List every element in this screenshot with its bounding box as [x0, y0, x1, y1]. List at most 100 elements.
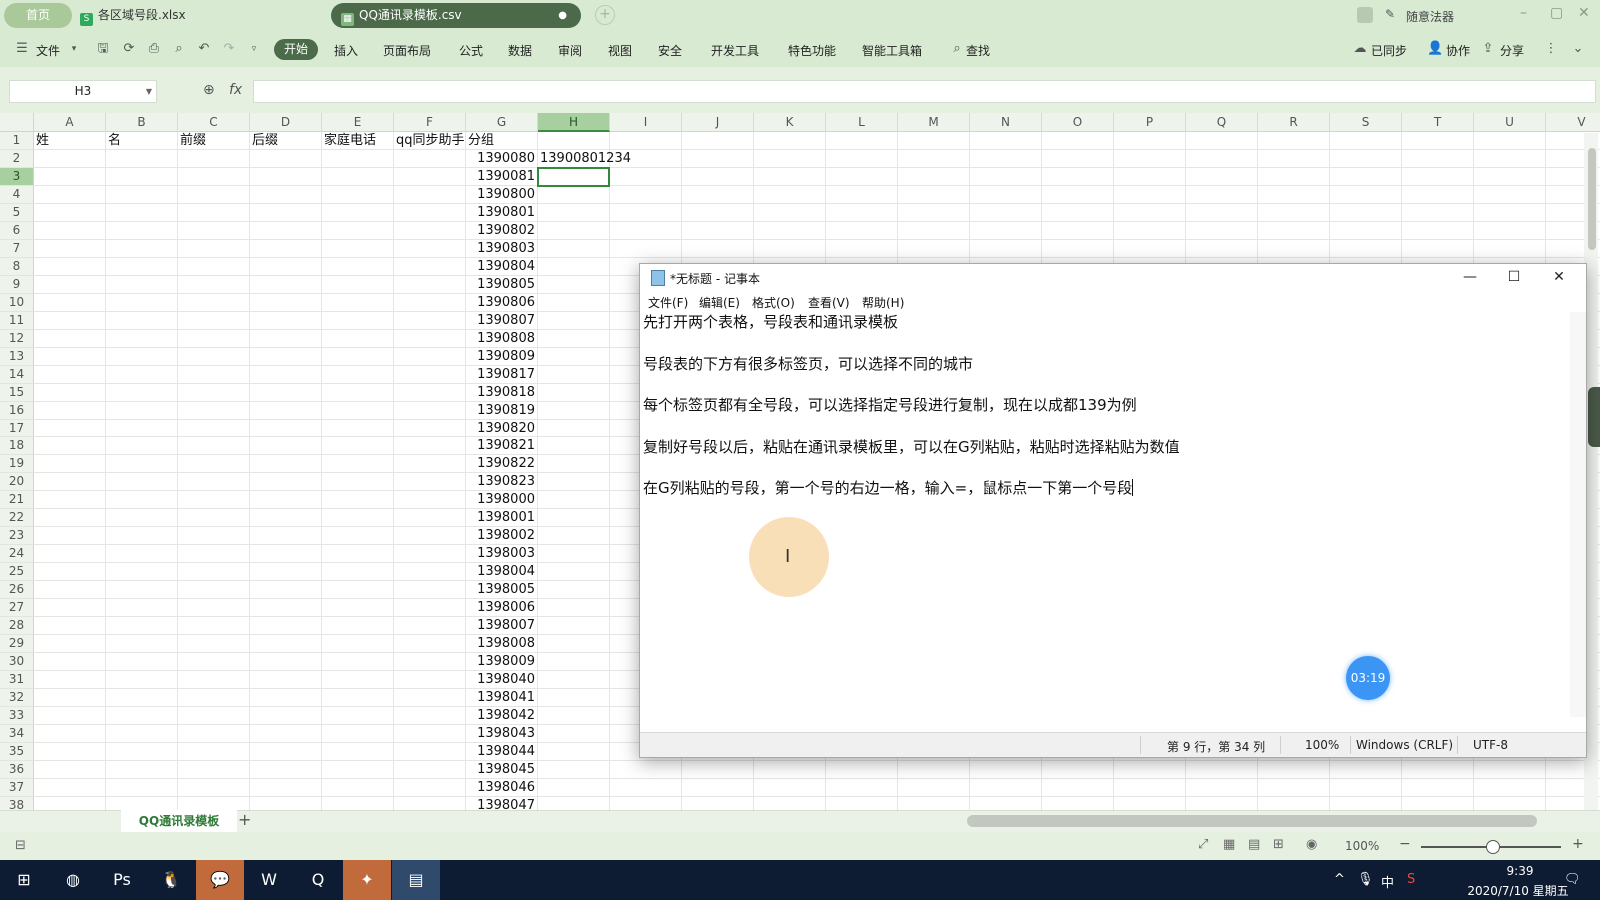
zoom-out-icon[interactable]: −	[1399, 836, 1411, 852]
zoom-formula-icon[interactable]: ⊕	[203, 82, 215, 98]
row-header-37[interactable]: 37	[0, 778, 34, 797]
close-icon[interactable]: ✕	[1537, 266, 1581, 288]
column-header-t[interactable]: T	[1402, 113, 1474, 132]
formula-input[interactable]	[253, 80, 1596, 103]
column-header-l[interactable]: L	[826, 113, 898, 132]
row-header-8[interactable]: 8	[0, 257, 34, 276]
row-header-21[interactable]: 21	[0, 491, 34, 510]
tray-expand-icon[interactable]: ^	[1334, 872, 1345, 887]
microphone-icon[interactable]: 🎙	[1357, 872, 1374, 887]
column-header-m[interactable]: M	[898, 113, 970, 132]
row-header-26[interactable]: 26	[0, 581, 34, 600]
column-header-r[interactable]: R	[1258, 113, 1330, 132]
np-menu-view[interactable]: 查看(V)	[808, 294, 850, 311]
row-header-18[interactable]: 18	[0, 437, 34, 456]
cell-g10[interactable]: 1390806	[468, 295, 535, 313]
menu-developer[interactable]: 开发工具	[711, 42, 759, 59]
select-all-corner[interactable]	[0, 113, 34, 132]
column-header-g[interactable]: G	[466, 113, 538, 132]
row-header-5[interactable]: 5	[0, 203, 34, 222]
side-panel-handle[interactable]	[1588, 387, 1600, 447]
name-box[interactable]: H3 ▼	[9, 80, 157, 103]
column-header-n[interactable]: N	[970, 113, 1042, 132]
chevron-down-icon[interactable]: ▾	[66, 41, 82, 57]
ime-indicator[interactable]: 中	[1381, 872, 1394, 891]
minimize-icon[interactable]: –	[1520, 5, 1527, 21]
hamburger-icon[interactable]: ☰	[14, 41, 30, 57]
cell-g19[interactable]: 1390822	[468, 456, 535, 474]
row-header-22[interactable]: 22	[0, 509, 34, 528]
column-header-k[interactable]: K	[754, 113, 826, 132]
new-tab-button[interactable]: +	[595, 5, 615, 25]
cell-g33[interactable]: 1398042	[468, 708, 535, 726]
row-header-9[interactable]: 9	[0, 275, 34, 294]
row-header-11[interactable]: 11	[0, 311, 34, 330]
row-header-38[interactable]: 38	[0, 796, 34, 810]
menu-find[interactable]: 查找	[966, 42, 990, 59]
vertical-scrollbar-thumb[interactable]	[1588, 148, 1596, 250]
cell-g13[interactable]: 1390809	[468, 349, 535, 367]
cell-b1[interactable]: 名	[108, 133, 175, 151]
row-header-25[interactable]: 25	[0, 563, 34, 582]
np-menu-edit[interactable]: 编辑(E)	[699, 294, 740, 311]
row-header-1[interactable]: 1	[0, 132, 34, 150]
cell-g16[interactable]: 1390819	[468, 403, 535, 421]
menu-data[interactable]: 数据	[508, 42, 532, 59]
zoom-level[interactable]: 100%	[1345, 839, 1379, 853]
row-header-14[interactable]: 14	[0, 365, 34, 384]
row-header-12[interactable]: 12	[0, 329, 34, 348]
row-header-17[interactable]: 17	[0, 419, 34, 438]
cell-g15[interactable]: 1390818	[468, 385, 535, 403]
column-header-h[interactable]: H	[538, 113, 610, 132]
home-tab[interactable]: 首页	[4, 3, 72, 28]
clock-time[interactable]: 9:39	[1480, 864, 1560, 878]
cell-g31[interactable]: 1398040	[468, 672, 535, 690]
share-icon[interactable]: ⇪	[1480, 41, 1496, 57]
collaborate-icon[interactable]: 👤	[1427, 41, 1443, 57]
tab-regional-numbers[interactable]: S 各区域号段.xlsx	[80, 3, 320, 28]
cell-g14[interactable]: 1390817	[468, 367, 535, 385]
cell-g37[interactable]: 1398046	[468, 780, 535, 798]
cell-a1[interactable]: 姓	[36, 133, 103, 151]
cell-g5[interactable]: 1390801	[468, 205, 535, 223]
cell-g9[interactable]: 1390805	[468, 277, 535, 295]
row-header-28[interactable]: 28	[0, 617, 34, 636]
row-header-31[interactable]: 31	[0, 671, 34, 690]
minimize-icon[interactable]: —	[1448, 266, 1492, 288]
cell-c1[interactable]: 前缀	[180, 133, 247, 151]
cell-f1[interactable]: qq同步助手	[396, 133, 465, 151]
row-header-32[interactable]: 32	[0, 689, 34, 708]
column-header-b[interactable]: B	[106, 113, 178, 132]
page-layout-view-icon[interactable]: ▤	[1248, 837, 1260, 852]
column-header-o[interactable]: O	[1042, 113, 1114, 132]
qq-icon[interactable]: 🐧	[147, 860, 195, 900]
print-preview-icon[interactable]: ⌕	[171, 41, 187, 57]
recorder-icon[interactable]: ✦	[343, 860, 391, 900]
cell-g35[interactable]: 1398044	[468, 744, 535, 762]
cell-g38[interactable]: 1398047	[468, 798, 535, 810]
wps-icon[interactable]: W	[245, 860, 293, 900]
menu-start[interactable]: 开始	[274, 39, 318, 60]
user-name[interactable]: 随意法器	[1406, 8, 1454, 25]
format-painter-icon[interactable]: ⟳	[121, 41, 137, 57]
menu-smart-toolbox[interactable]: 智能工具箱	[862, 42, 922, 59]
row-header-15[interactable]: 15	[0, 383, 34, 402]
cell-g2[interactable]: 1390080	[468, 151, 535, 169]
row-header-4[interactable]: 4	[0, 185, 34, 204]
page-break-view-icon[interactable]: ⊞	[1273, 837, 1284, 852]
menu-page-layout[interactable]: 页面布局	[383, 42, 431, 59]
column-header-j[interactable]: J	[682, 113, 754, 132]
synced-status[interactable]: 已同步	[1371, 42, 1407, 59]
cell-g3[interactable]: 1390081	[468, 169, 535, 187]
collapse-ribbon-icon[interactable]: ⌄	[1570, 41, 1586, 57]
cell-g27[interactable]: 1398006	[468, 600, 535, 618]
maximize-icon[interactable]: ☐	[1492, 266, 1536, 288]
column-header-d[interactable]: D	[250, 113, 322, 132]
redo-icon[interactable]: ↷	[221, 41, 237, 57]
cell-g36[interactable]: 1398045	[468, 762, 535, 780]
row-header-16[interactable]: 16	[0, 401, 34, 420]
column-header-f[interactable]: F	[394, 113, 466, 132]
row-header-19[interactable]: 19	[0, 455, 34, 474]
menu-formulas[interactable]: 公式	[459, 42, 483, 59]
more-options-icon[interactable]: ⋮	[1543, 41, 1559, 57]
